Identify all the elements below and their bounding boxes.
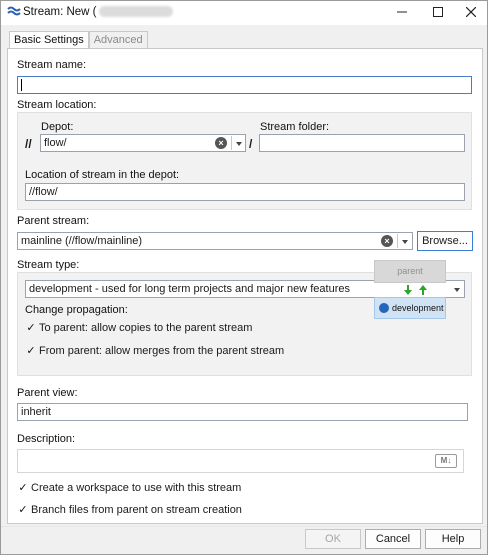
from-parent-label[interactable]: From parent: allow merges from the paren… (39, 345, 284, 357)
arrow-down-icon (404, 285, 412, 295)
close-icon (466, 7, 476, 17)
description-label: Description: (17, 433, 76, 445)
stream-name-input[interactable] (17, 76, 472, 94)
depot-combobox[interactable]: flow/ × (40, 134, 246, 152)
help-button[interactable]: Help (425, 529, 481, 549)
stream-folder-prefix: / (249, 137, 253, 151)
stream-type-dropdown-icon[interactable] (454, 288, 460, 292)
parent-stream-separator (397, 234, 398, 248)
parent-stream-dropdown-icon[interactable] (402, 240, 408, 244)
stream-dialog: Stream: New ( Basic Settings Advanced St… (0, 0, 488, 555)
stream-folder-label: Stream folder: (260, 121, 330, 133)
stream-name-label-text: Stream name: (17, 59, 87, 71)
parent-stream-label: Parent stream: (17, 215, 90, 227)
depot-prefix: // (25, 137, 32, 151)
cancel-button[interactable]: Cancel (365, 529, 421, 549)
to-parent-label[interactable]: To parent: allow copies to the parent st… (39, 322, 252, 334)
tab-bar: Basic Settings Advanced (9, 31, 148, 50)
depot-label: Depot: (41, 121, 74, 133)
from-parent-checkbox[interactable]: ✓ (25, 345, 37, 357)
minimize-button[interactable] (385, 1, 419, 23)
to-parent-checkbox[interactable]: ✓ (25, 322, 37, 334)
title-bar[interactable]: Stream: New ( (1, 1, 487, 25)
create-workspace-label[interactable]: Create a workspace to use with this stre… (31, 482, 241, 494)
diagram-development-node: development (374, 297, 446, 319)
stream-type-value: development - used for long term project… (29, 283, 350, 295)
development-stream-icon (379, 303, 389, 313)
location-in-depot-label: Location of stream in the depot: (25, 169, 180, 181)
parent-view-input[interactable]: inherit (17, 403, 468, 421)
ok-button[interactable]: OK (305, 529, 361, 549)
parent-view-label: Parent view: (17, 387, 78, 399)
window-title: Stream: New ( (23, 6, 173, 18)
location-in-depot-value: //flow/ (29, 186, 58, 198)
depot-value: flow/ (44, 137, 67, 149)
maximize-button[interactable] (421, 1, 455, 23)
branch-files-checkbox[interactable]: ✓ (17, 504, 29, 516)
diagram-development-label: development (392, 303, 444, 313)
browse-button[interactable]: Browse... (417, 231, 473, 251)
create-workspace-checkbox[interactable]: ✓ (17, 482, 29, 494)
stream-name-label: Stream name: (17, 59, 86, 71)
redacted-name (98, 6, 173, 18)
arrow-up-icon (419, 285, 427, 295)
diagram-parent-node: parent (374, 260, 446, 283)
depot-dropdown-icon[interactable] (236, 142, 242, 146)
minimize-icon (397, 11, 407, 13)
stream-location-label: Stream location: (17, 99, 97, 111)
description-textarea[interactable] (17, 449, 464, 473)
app-logo-icon (7, 6, 21, 16)
parent-stream-clear-icon[interactable]: × (381, 235, 393, 247)
depot-separator (231, 136, 232, 150)
change-propagation-label: Change propagation: (25, 304, 128, 316)
depot-clear-icon[interactable]: × (215, 137, 227, 149)
parent-view-value: inherit (21, 406, 51, 418)
text-caret (21, 79, 22, 91)
footer-divider (1, 526, 487, 527)
stream-type-label: Stream type: (17, 259, 80, 271)
parent-stream-combobox[interactable]: mainline (//flow/mainline) × (17, 232, 413, 250)
parent-stream-value: mainline (//flow/mainline) (21, 235, 143, 247)
branch-files-label[interactable]: Branch files from parent on stream creat… (31, 504, 242, 516)
window-title-text: Stream: New ( (23, 6, 97, 18)
maximize-icon (433, 7, 443, 17)
markdown-icon: M↓ (435, 454, 457, 468)
close-button[interactable] (454, 1, 488, 23)
stream-folder-input[interactable] (259, 134, 465, 152)
location-in-depot-field: //flow/ (25, 183, 465, 201)
tab-advanced[interactable]: Advanced (88, 31, 148, 49)
